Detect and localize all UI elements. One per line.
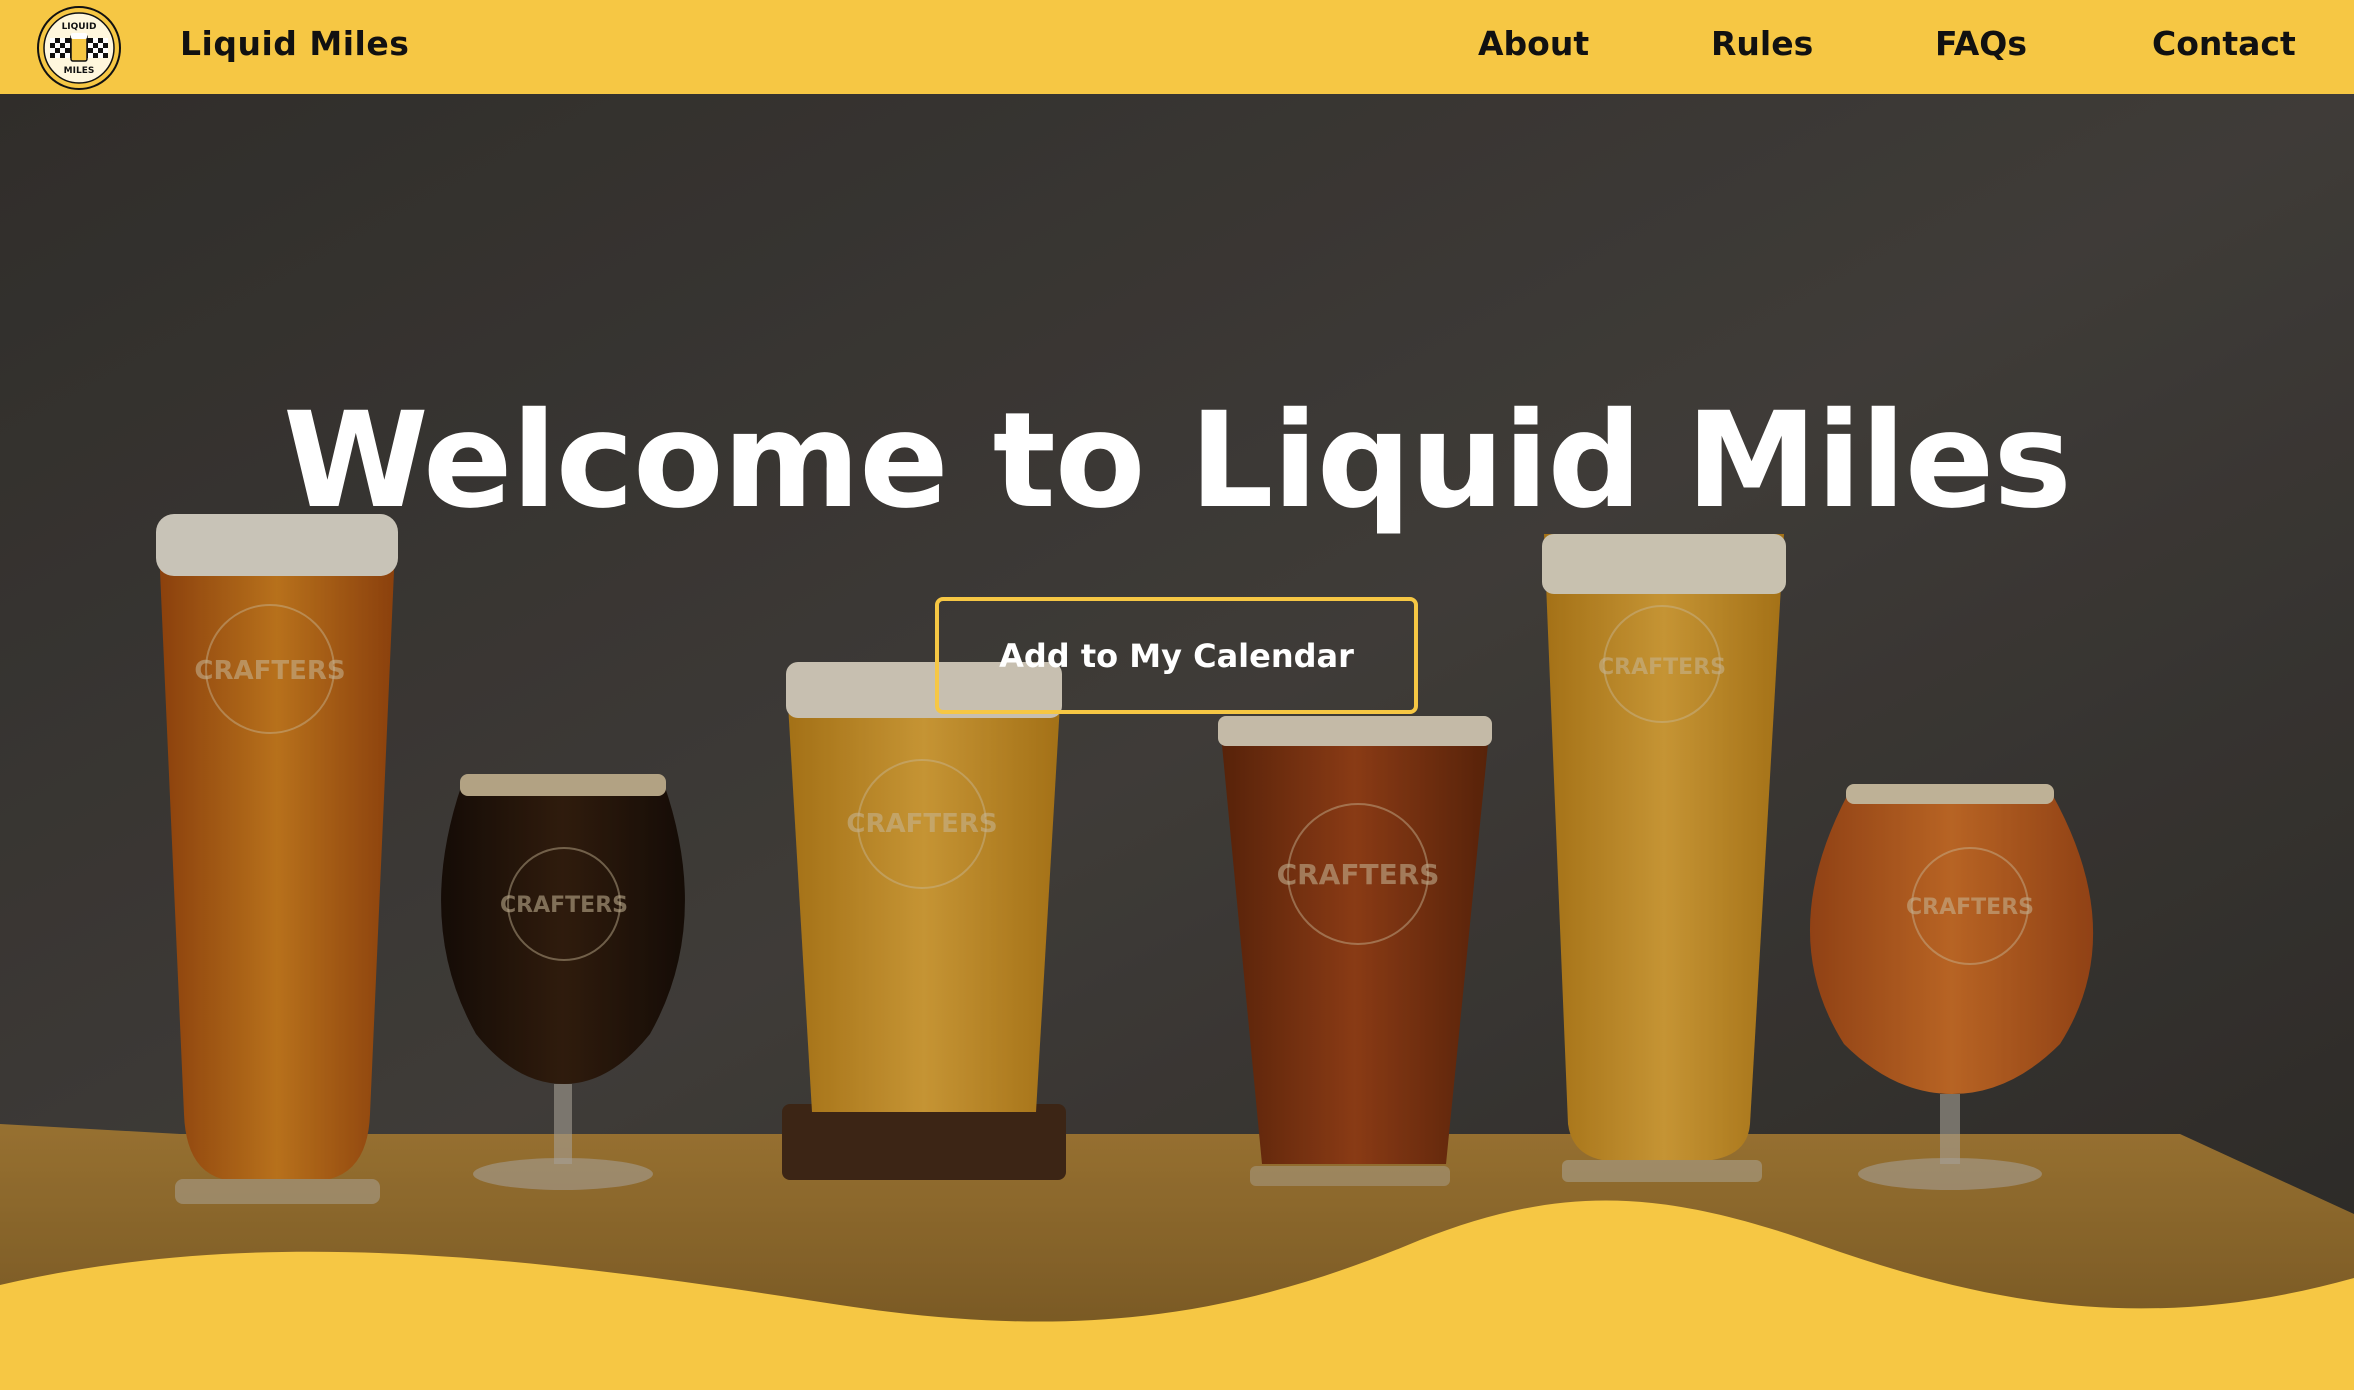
nav-link-faqs[interactable]: FAQs (1935, 24, 2027, 63)
logo-text-bottom: MILES (64, 66, 95, 76)
top-navbar: LIQUID MILES Liquid Miles About Rules FA… (0, 0, 2354, 94)
liquid-miles-badge-icon: LIQUID MILES (37, 6, 121, 90)
bottom-wave-divider (0, 1200, 2354, 1390)
nav-link-rules[interactable]: Rules (1711, 24, 1813, 63)
hero-section: CRAFTERS CRAFTERS CRAFTERS CRAFTERS CRAF… (0, 94, 2354, 1390)
nav-link-about[interactable]: About (1478, 24, 1589, 63)
add-to-calendar-button[interactable]: Add to My Calendar (935, 597, 1418, 714)
hero-title: Welcome to Liquid Miles (283, 384, 2072, 538)
nav-link-contact[interactable]: Contact (2152, 24, 2296, 63)
brand-name[interactable]: Liquid Miles (180, 24, 409, 63)
logo-text-top: LIQUID (62, 22, 97, 32)
liquid-miles-logo[interactable]: LIQUID MILES (36, 5, 122, 91)
